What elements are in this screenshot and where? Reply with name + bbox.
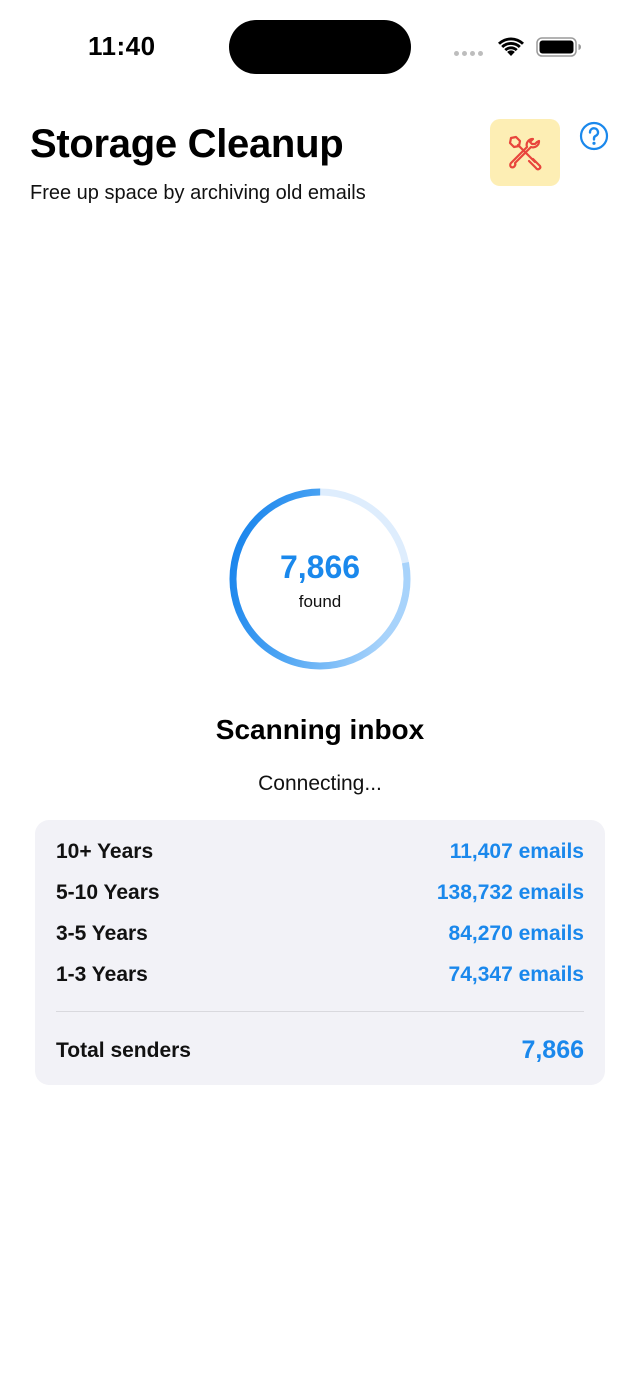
total-senders-row: Total senders 7,866 [56,1036,584,1065]
found-count: 7,866 [279,549,361,585]
scan-progress-ring: 7,866 found [226,485,414,673]
card-divider [56,1011,584,1012]
storage-cleanup-screen: 11:40 Storage Cleanup Free up space by a… [0,0,640,1391]
total-senders-value: 7,866 [521,1036,584,1064]
wifi-icon [498,37,524,56]
age-breakdown-card: 10+ Years 11,407 emails 5-10 Years 138,7… [35,820,605,1085]
found-label: found [298,592,342,611]
age-row-value: 74,347 emails [448,963,584,986]
tools-icon [508,135,542,170]
cellular-signal-icon [454,51,483,56]
age-row-value: 84,270 emails [448,922,584,945]
age-row: 5-10 Years 138,732 emails [56,881,584,905]
age-row: 1-3 Years 74,347 emails [56,963,584,987]
scan-title: Scanning inbox [215,714,425,745]
page-title: Storage Cleanup [30,122,344,166]
age-row-label: 10+ Years [56,840,154,863]
scan-status: Connecting... [258,772,382,795]
age-row: 3-5 Years 84,270 emails [56,922,584,946]
age-row-label: 5-10 Years [56,881,160,904]
status-time: 11:40 [88,31,156,61]
age-row: 10+ Years 11,407 emails [56,840,584,864]
battery-icon [536,37,581,57]
age-row-value: 138,732 emails [436,881,584,904]
total-senders-label: Total senders [56,1038,191,1062]
age-row-label: 1-3 Years [56,963,148,986]
age-row-value: 11,407 emails [449,840,584,863]
age-row-label: 3-5 Years [56,922,148,945]
tools-button[interactable] [490,119,560,186]
help-circle-icon[interactable] [579,121,609,151]
page-subtitle: Free up space by archiving old emails [30,182,366,204]
dynamic-island [229,20,411,74]
